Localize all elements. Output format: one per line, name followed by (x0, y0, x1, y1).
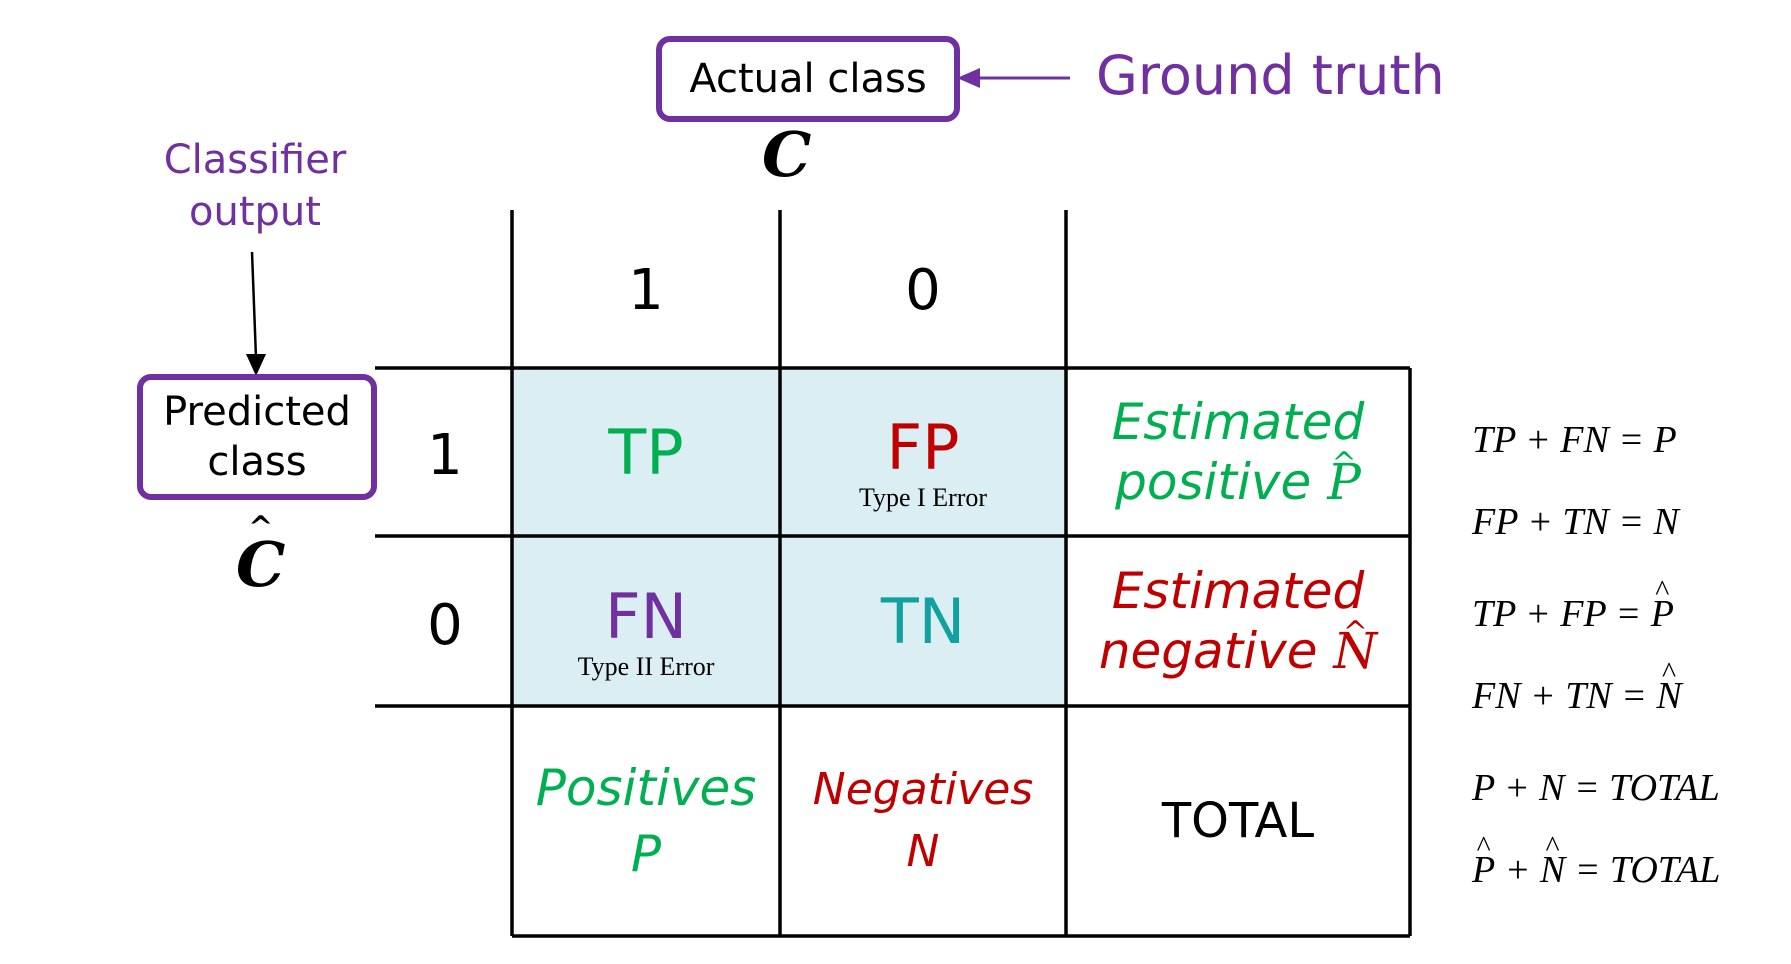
fp-label: FP (886, 411, 960, 484)
predicted-class-line2: class (207, 439, 307, 485)
equation-tp-fp: TP + FP = P (1472, 574, 1674, 636)
actual-class-box: Actual class (656, 36, 960, 122)
equation-fp-tn: FP + TN = N (1472, 501, 1679, 543)
total-label: TOTAL (1161, 793, 1315, 849)
positives-label: Positives (535, 759, 757, 817)
row-header-predicted-0: 0 (427, 592, 463, 658)
true-negative-cell: TN (780, 536, 1066, 706)
predicted-class-symbol: C (236, 510, 286, 601)
false-positive-cell: FP Type I Error (780, 368, 1066, 536)
predicted-class-line1: Predicted (163, 389, 351, 435)
false-negative-cell: FN Type II Error (512, 536, 780, 706)
estimated-negative-symbol: N (1333, 603, 1377, 681)
fn-label: FN (604, 580, 688, 653)
negatives-symbol: N (906, 826, 940, 877)
estimated-negative-line2: negative N (1099, 603, 1377, 681)
equation-p-n-total: P + N = TOTAL (1472, 767, 1720, 809)
ground-truth-label: Ground truth (1096, 44, 1445, 107)
tp-label: TP (608, 415, 684, 489)
estimated-positive-line2: positive P (1115, 434, 1361, 512)
equation-tp-fn: TP + FN = P (1472, 419, 1677, 461)
tn-label: TN (880, 584, 966, 658)
total-cell: TOTAL (1066, 706, 1410, 936)
classifier-output-line1: Classifier (163, 137, 347, 183)
classifier-output-label: Classifier output (150, 134, 360, 238)
positives-symbol: P (630, 825, 662, 883)
classifier-output-line2: output (189, 189, 321, 235)
true-positive-cell: TP (512, 368, 780, 536)
fp-type-note: Type I Error (858, 483, 988, 512)
equation-fn-tn: FN + TN = N (1472, 656, 1682, 718)
negatives-label: Negatives (812, 764, 1034, 815)
column-header-actual-0: 0 (905, 257, 941, 323)
column-header-actual-1: 1 (628, 257, 664, 323)
n-hat-symbol: N (1656, 656, 1682, 718)
actual-class-symbol: C (762, 118, 812, 191)
predicted-class-box: Predicted class (137, 374, 377, 500)
row-header-predicted-1: 1 (427, 422, 463, 488)
estimated-negative-line1: Estimated (1111, 562, 1365, 620)
estimated-positive-symbol: P (1327, 434, 1361, 512)
positives-cell: Positives P (512, 706, 780, 936)
estimated-positive-cell: Estimated positive P (1066, 368, 1410, 536)
fn-type-note: Type II Error (577, 652, 715, 681)
p-hat-symbol: P (1651, 574, 1674, 636)
equation-phat-nhat-total: P + N = TOTAL (1472, 830, 1720, 892)
negatives-cell: Negatives N (780, 706, 1066, 936)
estimated-negative-cell: Estimated negative N (1066, 536, 1410, 706)
classifier-output-arrow (250, 251, 258, 359)
actual-class-label: Actual class (689, 56, 927, 102)
